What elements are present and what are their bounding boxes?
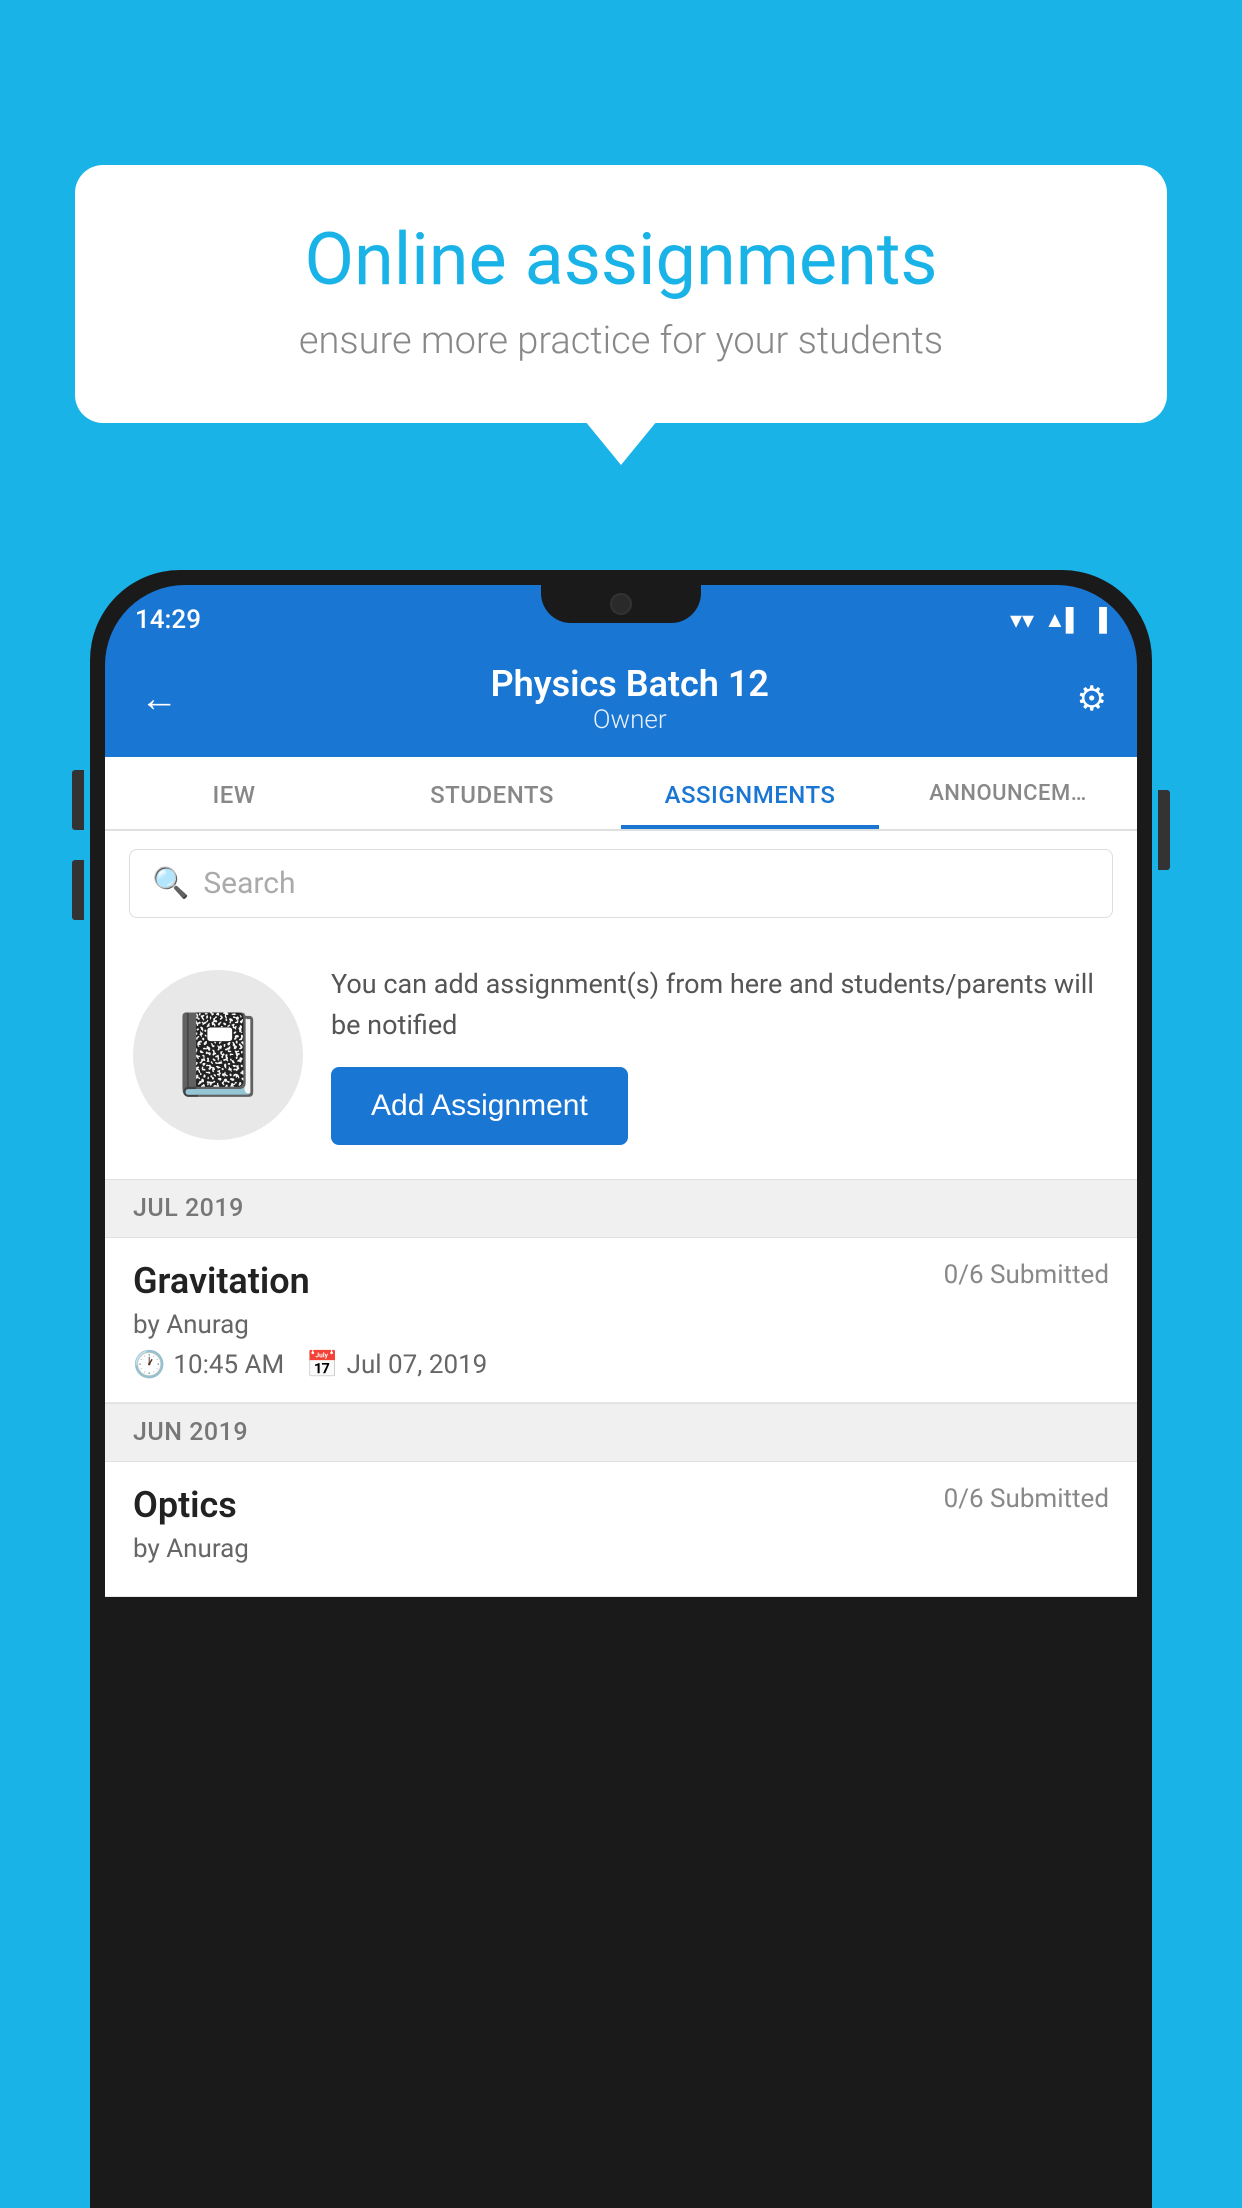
- camera-dot: [610, 593, 632, 615]
- assignment-time-gravitation: 🕐 10:45 AM: [133, 1350, 284, 1380]
- assignment-submitted-gravitation: 0/6 Submitted: [944, 1260, 1109, 1290]
- battery-icon: ▐: [1091, 607, 1107, 633]
- info-text-section: You can add assignment(s) from here and …: [331, 964, 1109, 1145]
- section-header-jul: JUL 2019: [105, 1179, 1137, 1238]
- info-card: 📓 You can add assignment(s) from here an…: [105, 936, 1137, 1179]
- notebook-icon: 📓: [168, 1008, 268, 1102]
- calendar-icon: 📅: [306, 1350, 338, 1380]
- speech-bubble-subtitle: ensure more practice for your students: [140, 319, 1102, 363]
- tab-students[interactable]: STUDENTS: [363, 757, 621, 829]
- status-icons: ▾▾ ▲▌ ▐: [1010, 606, 1107, 634]
- tab-bar: IEW STUDENTS ASSIGNMENTS ANNOUNCEM…: [105, 757, 1137, 831]
- header-subtitle: Owner: [183, 705, 1077, 735]
- signal-icon: ▲▌: [1044, 607, 1081, 633]
- assignment-submitted-optics: 0/6 Submitted: [944, 1484, 1109, 1514]
- search-icon: 🔍: [152, 866, 189, 901]
- app-header: ← Physics Batch 12 Owner ⚙: [105, 645, 1137, 757]
- settings-button[interactable]: ⚙: [1077, 679, 1107, 719]
- status-time: 14:29: [135, 605, 201, 635]
- volume-down-button: [72, 860, 84, 920]
- assignment-time-text: 10:45 AM: [173, 1350, 284, 1380]
- assignment-date-text: Jul 07, 2019: [347, 1350, 488, 1380]
- assignment-date-gravitation: 📅 Jul 07, 2019: [306, 1350, 487, 1380]
- speech-bubble: Online assignments ensure more practice …: [75, 165, 1167, 423]
- screen-content: 🔍 Search 📓 You can add assignment(s) fro…: [105, 831, 1137, 1597]
- search-bar[interactable]: 🔍 Search: [129, 849, 1113, 918]
- search-container: 🔍 Search: [105, 831, 1137, 936]
- section-header-jun: JUN 2019: [105, 1403, 1137, 1462]
- phone-device: 14:29 ▾▾ ▲▌ ▐ ← Physics Batch 12 Owner ⚙…: [90, 570, 1152, 2208]
- volume-up-button: [72, 770, 84, 830]
- assignment-icon-circle: 📓: [133, 970, 303, 1140]
- clock-icon: 🕐: [133, 1350, 165, 1380]
- tab-announcements[interactable]: ANNOUNCEM…: [879, 757, 1137, 829]
- wifi-icon: ▾▾: [1010, 606, 1034, 634]
- header-center: Physics Batch 12 Owner: [183, 663, 1077, 735]
- assignment-name-gravitation: Gravitation: [133, 1260, 310, 1302]
- assignment-by-gravitation: by Anurag: [133, 1310, 1109, 1340]
- power-button: [1158, 790, 1170, 870]
- info-description: You can add assignment(s) from here and …: [331, 964, 1109, 1045]
- tab-assignments[interactable]: ASSIGNMENTS: [621, 757, 879, 829]
- assignment-item-gravitation[interactable]: Gravitation 0/6 Submitted by Anurag 🕐 10…: [105, 1238, 1137, 1403]
- assignment-item-optics[interactable]: Optics 0/6 Submitted by Anurag: [105, 1462, 1137, 1597]
- back-button[interactable]: ←: [135, 672, 183, 726]
- speech-bubble-title: Online assignments: [140, 220, 1102, 299]
- header-title: Physics Batch 12: [183, 663, 1077, 705]
- tab-iew[interactable]: IEW: [105, 757, 363, 829]
- assignment-by-optics: by Anurag: [133, 1534, 1109, 1564]
- phone-notch: [541, 585, 701, 623]
- assignment-meta-gravitation: 🕐 10:45 AM 📅 Jul 07, 2019: [133, 1350, 1109, 1380]
- search-placeholder: Search: [203, 866, 295, 901]
- add-assignment-button[interactable]: Add Assignment: [331, 1067, 628, 1145]
- assignment-name-optics: Optics: [133, 1484, 237, 1526]
